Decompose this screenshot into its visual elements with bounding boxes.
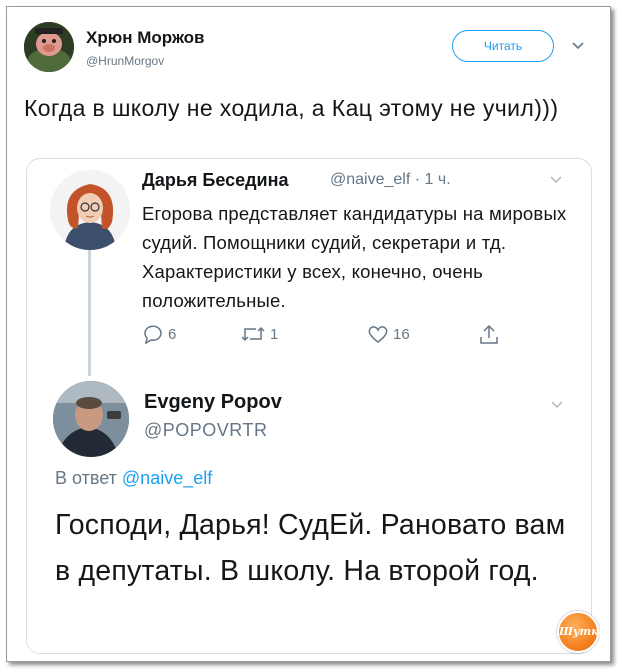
like-action[interactable]: 16: [367, 320, 410, 348]
retweet-action[interactable]: 1: [240, 320, 278, 348]
chevron-down-icon[interactable]: [550, 397, 564, 411]
reply-count: 6: [168, 325, 177, 343]
tweet-actions: 6 1 16: [142, 320, 542, 348]
reply-author-name[interactable]: Evgeny Popov: [144, 391, 282, 414]
watermark-text: Шутка: [559, 625, 606, 638]
share-icon: [478, 323, 500, 345]
follow-button[interactable]: Читать: [452, 30, 554, 62]
reply-author-avatar[interactable]: [53, 381, 129, 457]
retweet-count: 1: [270, 325, 279, 343]
retweet-icon: [240, 324, 266, 344]
quoted-author-meta[interactable]: @naive_elf · 1 ч.: [330, 171, 451, 189]
reply-mention-link[interactable]: @naive_elf: [122, 468, 212, 488]
chevron-down-icon[interactable]: [549, 172, 563, 186]
reply-text: Господи, Дарья! СудЕй. Рановато вам в де…: [55, 509, 566, 587]
heart-icon: [367, 324, 389, 344]
reply-author-handle[interactable]: @POPOVRTR: [144, 420, 267, 441]
thread-connector-line: [88, 244, 91, 376]
tweet-text: Когда в школу не ходила, а Кац этому не …: [24, 95, 559, 121]
site-logo-watermark: Шутка: [557, 611, 606, 653]
reply-context: В ответ @naive_elf: [55, 468, 212, 489]
quoted-tweet-text: Егорова представляет кандидатуры на миро…: [142, 203, 567, 311]
quoted-author-name[interactable]: Дарья Беседина: [142, 170, 289, 191]
reply-icon: [142, 324, 164, 344]
author-avatar[interactable]: [24, 22, 74, 72]
like-count: 16: [393, 325, 410, 343]
author-handle[interactable]: @HrunMorgov: [86, 54, 164, 68]
reply-prefix: В ответ: [55, 468, 117, 488]
quoted-author-avatar[interactable]: [50, 170, 130, 250]
chevron-down-icon[interactable]: [571, 38, 585, 52]
reply-action[interactable]: 6: [142, 320, 176, 348]
share-action[interactable]: [478, 320, 500, 348]
author-name[interactable]: Хрюн Моржов: [86, 28, 204, 48]
